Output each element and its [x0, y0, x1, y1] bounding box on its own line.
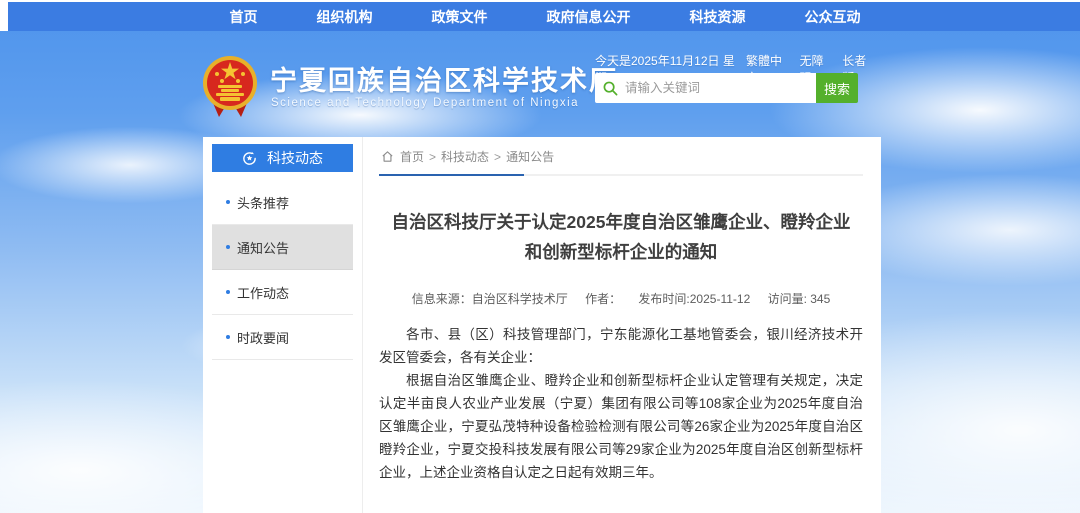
meta-source: 信息来源：自治区科学技术厅: [412, 292, 568, 306]
main-panel: 科技动态 头条推荐 通知公告 工作动态 时政要闻: [203, 137, 881, 513]
sidebar-item-label: 头条推荐: [237, 193, 289, 212]
breadcrumb-separator: >: [494, 150, 501, 164]
meta-author: 作者：: [585, 292, 621, 306]
page: 首页 组织机构 政策文件 政府信息公开 科技资源 公众互动 宁夏回族自治区科学技…: [0, 0, 1080, 513]
home-icon: [381, 150, 394, 163]
nav-item-home[interactable]: 首页: [230, 7, 258, 27]
breadcrumb-notices[interactable]: 通知公告: [506, 148, 554, 165]
site-header: 宁夏回族自治区科学技术厅 Science and Technology Depa…: [0, 31, 1080, 137]
breadcrumb-tech-news[interactable]: 科技动态: [441, 148, 489, 165]
search-button[interactable]: 搜索: [816, 73, 858, 103]
site-subtitle: Science and Technology Department of Nin…: [271, 97, 579, 109]
meta-publish-date: 发布时间:2025-11-12: [638, 292, 750, 306]
article-body: 各市、县（区）科技管理部门，宁东能源化工基地管委会，银川经济技术开发区管委会，各…: [379, 323, 863, 484]
nav-item-tech-resources[interactable]: 科技资源: [690, 7, 746, 27]
nav-items-row: 首页 组织机构 政策文件 政府信息公开 科技资源 公众互动: [200, 2, 890, 31]
article-paragraph: 根据自治区雏鹰企业、瞪羚企业和创新型标杆企业认定管理有关规定，决定认定半亩良人农…: [379, 369, 863, 484]
bullet-dot-icon: [226, 290, 230, 294]
breadcrumb-divider: [379, 174, 863, 176]
sidebar-item-notices[interactable]: 通知公告: [212, 225, 353, 270]
sidebar-menu: 头条推荐 通知公告 工作动态 时政要闻: [212, 180, 353, 360]
search-input[interactable]: [625, 81, 808, 95]
nav-item-policy[interactable]: 政策文件: [432, 7, 488, 27]
national-emblem-logo: [201, 55, 259, 121]
search-icon: [603, 81, 618, 96]
article-meta: 信息来源：自治区科学技术厅 作者： 发布时间:2025-11-12 访问量: 3…: [379, 290, 863, 307]
bullet-dot-icon: [226, 335, 230, 339]
top-edge-strip: [0, 0, 1080, 2]
sidebar-item-label: 时政要闻: [237, 328, 289, 347]
site-title: 宁夏回族自治区科学技术厅: [270, 59, 618, 98]
nav-item-public-interaction[interactable]: 公众互动: [805, 7, 861, 27]
breadcrumb: 首页 > 科技动态 > 通知公告: [379, 145, 863, 174]
sidebar-item-current-politics[interactable]: 时政要闻: [212, 315, 353, 360]
nav-item-gov-info[interactable]: 政府信息公开: [547, 7, 631, 27]
sidebar-header: 科技动态: [212, 144, 353, 172]
sidebar-item-label: 工作动态: [237, 283, 289, 302]
article-title: 自治区科技厅关于认定2025年度自治区雏鹰企业、瞪羚企业 和创新型标杆企业的通知: [379, 207, 863, 267]
tech-news-icon: [242, 151, 257, 166]
sidebar: 科技动态 头条推荐 通知公告 工作动态 时政要闻: [203, 137, 363, 513]
meta-visit-count: 访问量: 345: [768, 292, 831, 306]
search-bar: 搜索: [595, 73, 858, 103]
sidebar-item-headlines[interactable]: 头条推荐: [212, 180, 353, 225]
article-title-line1: 自治区科技厅关于认定2025年度自治区雏鹰企业、瞪羚企业: [379, 207, 863, 237]
article-content-area: 首页 > 科技动态 > 通知公告 自治区科技厅关于认定2025年度自治区雏鹰企业…: [363, 137, 881, 513]
breadcrumb-home[interactable]: 首页: [400, 148, 424, 165]
bullet-dot-icon: [226, 245, 230, 249]
top-navigation-bar: 首页 组织机构 政策文件 政府信息公开 科技资源 公众互动: [8, 2, 1080, 31]
sidebar-item-work-updates[interactable]: 工作动态: [212, 270, 353, 315]
article-title-line2: 和创新型标杆企业的通知: [379, 237, 863, 267]
article-paragraph: 各市、县（区）科技管理部门，宁东能源化工基地管委会，银川经济技术开发区管委会，各…: [379, 323, 863, 369]
search-input-box: [595, 73, 816, 103]
sidebar-title: 科技动态: [267, 148, 323, 168]
left-edge-strip: [0, 0, 8, 31]
breadcrumb-separator: >: [429, 150, 436, 164]
sidebar-item-label: 通知公告: [237, 238, 289, 257]
nav-item-organization[interactable]: 组织机构: [317, 7, 373, 27]
bullet-dot-icon: [226, 200, 230, 204]
